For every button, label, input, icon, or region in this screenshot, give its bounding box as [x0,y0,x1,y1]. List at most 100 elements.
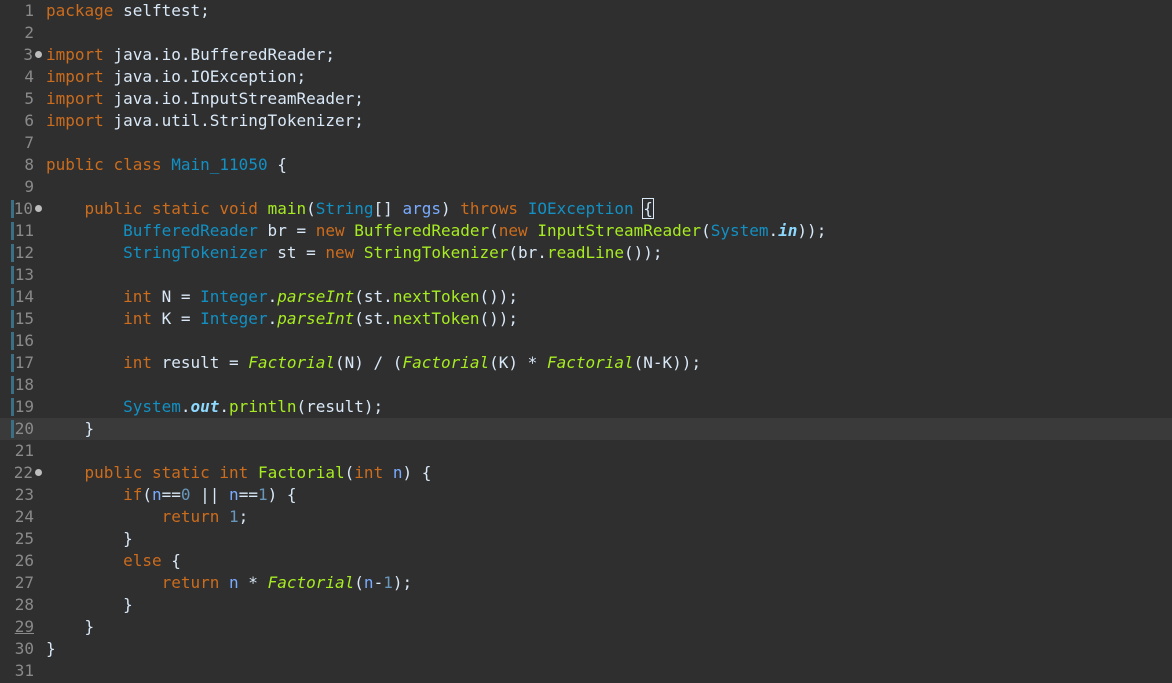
line-gutter[interactable]: 20 [0,418,44,440]
code-token: Factorial [546,353,634,372]
line-gutter[interactable]: 18 [0,374,44,396]
line-gutter[interactable]: 12 [0,242,44,264]
code-line[interactable]: 14 int N = Integer.parseInt(st.nextToken… [0,286,1172,308]
code-text[interactable]: int result = Factorial(N) / (Factorial(K… [46,352,701,374]
code-text[interactable]: import java.io.IOException; [46,66,306,88]
code-text[interactable]: BufferedReader br = new BufferedReader(n… [46,220,826,242]
code-line[interactable]: 7 [0,132,1172,154]
code-line[interactable]: 25 } [0,528,1172,550]
code-line[interactable]: 4 import java.io.IOException; [0,66,1172,88]
code-token: == [238,485,258,504]
code-line[interactable]: 31 [0,660,1172,682]
code-editor[interactable]: 1 package selftest; 2 3 import java.io.Buffe… [0,0,1172,683]
code-line[interactable]: 21 [0,440,1172,462]
code-line[interactable]: 23 if(n==0 || n==1) { [0,484,1172,506]
code-text[interactable]: } [46,594,133,616]
line-gutter[interactable]: 22 [0,462,44,484]
code-text[interactable]: } [46,418,95,440]
code-token: 1 [257,485,268,504]
code-text[interactable]: else { [46,550,181,572]
line-gutter[interactable]: 25 [0,528,44,550]
code-line[interactable]: 24 return 1; [0,506,1172,528]
code-line[interactable]: 9 [0,176,1172,198]
code-line[interactable]: 5 import java.io.InputStreamReader; [0,88,1172,110]
code-line[interactable]: 28 } [0,594,1172,616]
fold-toggle-icon[interactable] [35,51,42,58]
code-line[interactable]: 13 [0,264,1172,286]
line-gutter[interactable]: 19 [0,396,44,418]
code-line[interactable]: 15 int K = Integer.parseInt(st.nextToken… [0,308,1172,330]
line-gutter[interactable]: 8 [0,154,44,176]
code-text[interactable]: return n * Factorial(n-1); [46,572,413,594]
line-gutter[interactable]: 2 [0,22,44,44]
code-line[interactable]: 26 else { [0,550,1172,572]
code-line[interactable]: 12 StringTokenizer st = new StringTokeni… [0,242,1172,264]
code-text[interactable]: int N = Integer.parseInt(st.nextToken())… [46,286,518,308]
code-text[interactable]: public static void main(String[] args) t… [46,198,654,220]
line-gutter[interactable]: 10 [0,198,44,220]
code-token: public [84,463,143,482]
code-line[interactable]: 17 int result = Factorial(N) / (Factoria… [0,352,1172,374]
code-text[interactable]: StringTokenizer st = new StringTokenizer… [46,242,662,264]
line-gutter[interactable]: 31 [0,660,44,682]
line-gutter[interactable]: 15 [0,308,44,330]
line-gutter[interactable]: 4 [0,66,44,88]
line-gutter[interactable]: 6 [0,110,44,132]
line-gutter[interactable]: 1 [0,0,44,22]
line-gutter[interactable]: 28 [0,594,44,616]
code-line[interactable]: 19 System.out.println(result); [0,396,1172,418]
code-line[interactable]: 27 return n * Factorial(n-1); [0,572,1172,594]
line-gutter[interactable]: 11 [0,220,44,242]
line-gutter[interactable]: 16 [0,330,44,352]
code-line[interactable]: 2 [0,22,1172,44]
code-token: ( [354,573,364,592]
line-gutter[interactable]: 30 [0,638,44,660]
code-line[interactable]: 1 package selftest; [0,0,1172,22]
code-line[interactable]: 20 } [0,418,1172,440]
code-line[interactable]: 11 BufferedReader br = new BufferedReade… [0,220,1172,242]
code-text[interactable]: } [46,638,56,660]
code-line[interactable]: 22 public static int Factorial(int n) { [0,462,1172,484]
code-text[interactable]: return 1; [46,506,249,528]
line-gutter[interactable]: 13 [0,264,44,286]
code-text[interactable]: System.out.println(result); [46,396,383,418]
code-text[interactable]: int K = Integer.parseInt(st.nextToken())… [46,308,518,330]
line-gutter[interactable]: 9 [0,176,44,198]
code-text[interactable]: package selftest; [46,0,210,22]
code-line[interactable]: 8 public class Main_11050 { [0,154,1172,176]
code-token: } [46,617,95,636]
code-line[interactable]: 29 } [0,616,1172,638]
code-text[interactable]: import java.io.BufferedReader; [46,44,335,66]
code-line[interactable]: 10 public static void main(String[] args… [0,198,1172,220]
line-gutter[interactable]: 27 [0,572,44,594]
line-gutter[interactable]: 26 [0,550,44,572]
code-text[interactable]: public class Main_11050 { [46,154,287,176]
code-line[interactable]: 30} [0,638,1172,660]
code-line[interactable]: 18 [0,374,1172,396]
line-gutter[interactable]: 23 [0,484,44,506]
code-line[interactable]: 16 [0,330,1172,352]
fold-toggle-icon[interactable] [35,469,42,476]
code-text[interactable]: import java.io.InputStreamReader; [46,88,364,110]
line-gutter[interactable]: 24 [0,506,44,528]
code-text[interactable]: if(n==0 || n==1) { [46,484,296,506]
line-gutter[interactable]: 14 [0,286,44,308]
code-text[interactable]: public static int Factorial(int n) { [46,462,432,484]
change-marker [11,266,14,284]
fold-toggle-icon[interactable] [35,205,42,212]
line-gutter[interactable]: 29 [0,616,44,638]
code-text[interactable]: } [46,528,133,550]
line-gutter[interactable]: 7 [0,132,44,154]
code-line[interactable]: 3 import java.io.BufferedReader; [0,44,1172,66]
code-text[interactable]: } [46,616,95,638]
line-gutter[interactable]: 5 [0,88,44,110]
line-gutter[interactable]: 21 [0,440,44,462]
line-gutter[interactable]: 17 [0,352,44,374]
code-line[interactable]: 6 import java.util.StringTokenizer; [0,110,1172,132]
line-number: 21 [14,441,34,460]
line-gutter[interactable]: 3 [0,44,44,66]
code-text[interactable]: import java.util.StringTokenizer; [46,110,364,132]
